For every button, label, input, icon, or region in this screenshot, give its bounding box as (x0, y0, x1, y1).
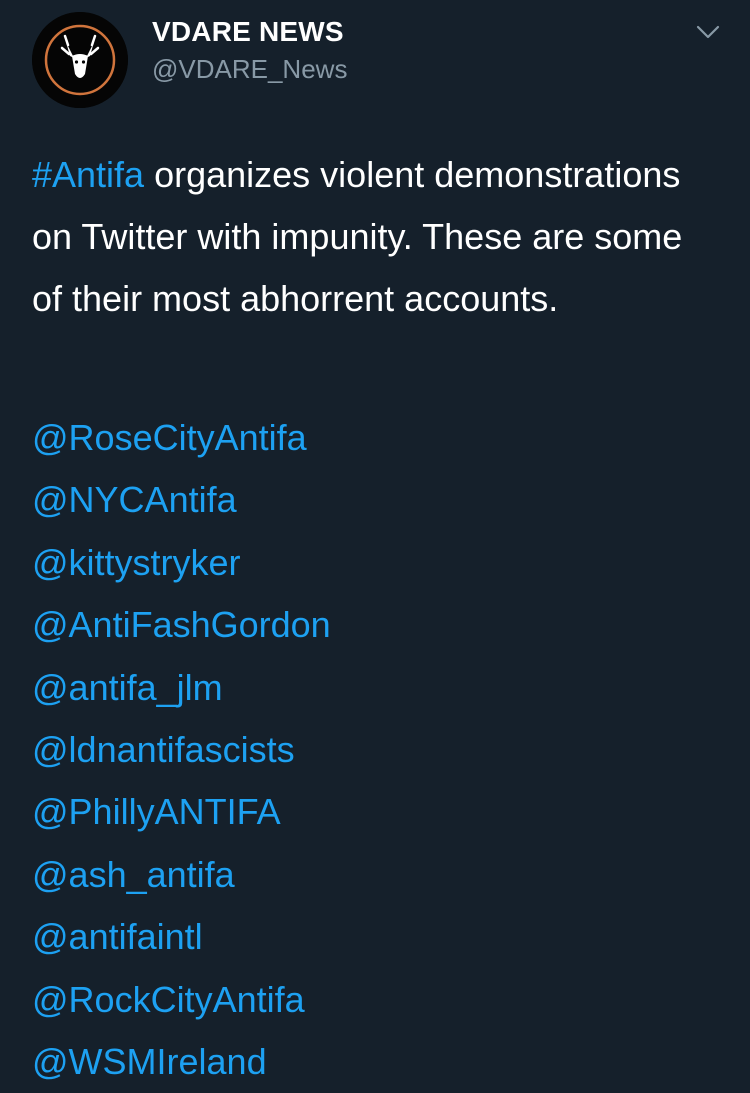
mention-link[interactable]: @ldnantifascists (32, 719, 712, 781)
mention-link[interactable]: @kittystryker (32, 532, 712, 594)
mention-link[interactable]: @RoseCityAntifa (32, 407, 712, 469)
mention-list: @RoseCityAntifa @NYCAntifa @kittystryker… (32, 407, 712, 1093)
tweet-header: VDARE NEWS @VDARE_News (32, 12, 722, 108)
mention-link[interactable]: @antifa_jlm (32, 657, 712, 719)
jackalope-logo-icon (32, 12, 128, 108)
mention-link[interactable]: @WSMIreland (32, 1031, 712, 1093)
avatar[interactable] (32, 12, 128, 108)
tweet[interactable]: VDARE NEWS @VDARE_News #Antifa organizes… (0, 0, 750, 1092)
mention-link[interactable]: @ash_antifa (32, 844, 712, 906)
mention-link[interactable]: @RockCityAntifa (32, 969, 712, 1031)
tweet-text: #Antifa organizes violent demonstrations… (32, 144, 712, 330)
chevron-down-icon[interactable] (694, 18, 722, 46)
hashtag-link[interactable]: #Antifa (32, 154, 144, 195)
mention-link[interactable]: @antifaintl (32, 906, 712, 968)
mention-link[interactable]: @NYCAntifa (32, 469, 712, 531)
user-handle[interactable]: @VDARE_News (152, 54, 347, 85)
mention-link[interactable]: @AntiFashGordon (32, 594, 712, 656)
mention-link[interactable]: @PhillyANTIFA (32, 781, 712, 843)
display-name[interactable]: VDARE NEWS (152, 16, 344, 48)
